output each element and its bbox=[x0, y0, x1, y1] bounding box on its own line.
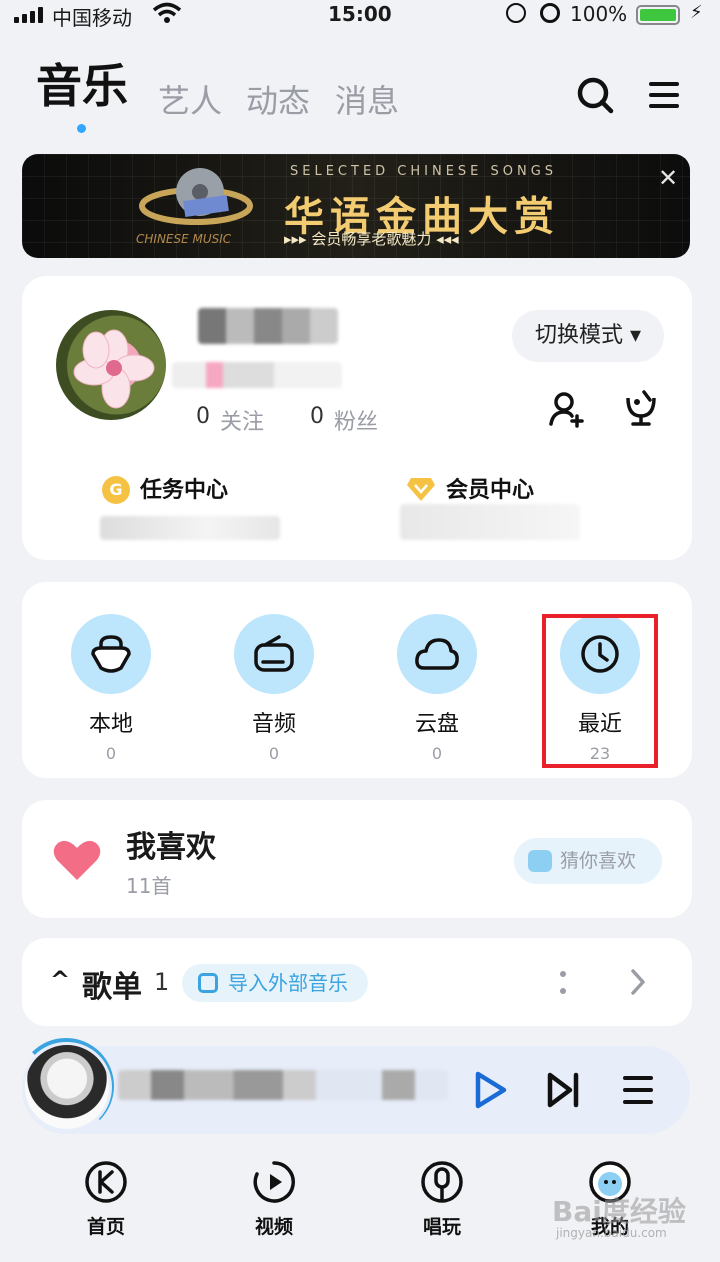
vip-center-link[interactable]: 会员中心 bbox=[446, 472, 534, 504]
more-options-icon[interactable] bbox=[556, 968, 570, 998]
tab-artists[interactable]: 艺人 bbox=[158, 76, 222, 122]
bottom-nav-label: 唱玩 bbox=[422, 1216, 461, 1238]
diamond-icon bbox=[407, 478, 435, 501]
import-music-label: 导入外部音乐 bbox=[228, 971, 348, 995]
alarm-icon bbox=[540, 3, 560, 23]
playlist-count: 1 bbox=[154, 968, 170, 996]
cloud-icon bbox=[415, 638, 459, 670]
import-icon bbox=[198, 973, 218, 993]
avatar[interactable] bbox=[56, 310, 166, 420]
banner-subtitle: ▸▸▸ 会员畅享老歌魅力 ◂◂◂ bbox=[284, 230, 459, 248]
banner-english: SELECTED CHINESE SONGS bbox=[290, 164, 558, 179]
watermark: Bai度经验 bbox=[552, 1195, 686, 1228]
quick-access-count: 0 bbox=[105, 744, 117, 763]
promo-banner[interactable]: CHINESE MUSIC SELECTED CHINESE SONGS 华语金… bbox=[22, 154, 690, 258]
banner-close-icon[interactable]: ✕ bbox=[658, 164, 678, 192]
user-level-redacted bbox=[172, 362, 342, 388]
mini-player[interactable] bbox=[18, 1038, 690, 1134]
menu-icon[interactable] bbox=[648, 80, 680, 110]
following-label[interactable]: 关注 bbox=[220, 404, 264, 436]
flower-icon bbox=[73, 329, 155, 409]
tab-messages[interactable]: 消息 bbox=[335, 76, 399, 122]
battery-icon bbox=[636, 5, 680, 25]
add-friend-icon[interactable] bbox=[548, 390, 586, 428]
play-icon[interactable] bbox=[472, 1070, 508, 1110]
playlist-card: ^ 歌单 1 导入外部音乐 bbox=[22, 938, 692, 1026]
switch-mode-button[interactable]: 切换模式 ▾ bbox=[512, 310, 664, 362]
import-music-button[interactable]: 导入外部音乐 bbox=[182, 964, 368, 1002]
quick-access-card: 本地 0 音频 0 云盘 0 最近 23 bbox=[22, 582, 692, 778]
bottom-nav-video[interactable]: 视频 bbox=[224, 1160, 324, 1239]
playlist-title[interactable]: 歌单 bbox=[82, 962, 142, 1006]
vip-info-redacted bbox=[400, 504, 580, 540]
rotation-lock-icon bbox=[506, 3, 526, 23]
fans-count: 0 bbox=[310, 404, 324, 429]
song-title-redacted bbox=[118, 1070, 448, 1100]
tab-music[interactable]: 音乐 bbox=[36, 50, 128, 116]
username-redacted bbox=[198, 308, 338, 344]
quick-access-count: 0 bbox=[268, 744, 280, 763]
quick-access-audio[interactable]: 音频 0 bbox=[214, 614, 334, 763]
status-bar: 中国移动 15:00 100% ⚡ bbox=[0, 0, 720, 30]
quick-access-cloud[interactable]: 云盘 0 bbox=[377, 614, 497, 763]
quick-access-label: 云盘 bbox=[414, 712, 459, 737]
heart-icon bbox=[53, 840, 101, 880]
status-time: 15:00 bbox=[328, 2, 392, 26]
collapse-arrow-icon[interactable]: ^ bbox=[50, 966, 70, 994]
bottom-nav-sing[interactable]: 唱玩 bbox=[392, 1160, 492, 1239]
tab-feed[interactable]: 动态 bbox=[246, 76, 310, 122]
guess-you-like-label: 猜你喜欢 bbox=[560, 850, 637, 872]
watermark-url: jingyan.baidu.com bbox=[556, 1226, 667, 1240]
quick-access-count: 0 bbox=[431, 744, 443, 763]
recommend-icon bbox=[528, 850, 552, 872]
search-icon[interactable] bbox=[576, 76, 614, 114]
wifi-icon bbox=[152, 2, 182, 23]
home-k-icon bbox=[85, 1161, 127, 1203]
now-playing-cover[interactable] bbox=[22, 1042, 112, 1132]
quick-access-local[interactable]: 本地 0 bbox=[51, 614, 171, 763]
task-info-redacted bbox=[100, 516, 280, 540]
task-center-link[interactable]: 任务中心 bbox=[140, 472, 228, 504]
fans-label[interactable]: 粉丝 bbox=[334, 404, 378, 436]
bottom-nav-home[interactable]: 首页 bbox=[56, 1160, 156, 1239]
favorites-title: 我喜欢 bbox=[126, 830, 216, 865]
carrier-name: 中国移动 bbox=[52, 6, 132, 30]
mic-icon bbox=[421, 1161, 463, 1203]
next-track-icon[interactable] bbox=[546, 1070, 580, 1110]
battery-percent: 100% bbox=[570, 2, 628, 26]
chevron-right-icon[interactable] bbox=[630, 968, 646, 996]
local-icon bbox=[91, 635, 131, 673]
quick-access-label: 本地 bbox=[88, 712, 133, 737]
audio-icon bbox=[254, 635, 294, 672]
guess-you-like-button[interactable]: 猜你喜欢 bbox=[514, 838, 662, 884]
bottom-nav-label: 首页 bbox=[86, 1216, 125, 1238]
wardrobe-icon[interactable] bbox=[622, 388, 660, 428]
coin-icon: G bbox=[102, 476, 130, 504]
favorites-card[interactable]: 我喜欢 11首 猜你喜欢 bbox=[22, 800, 692, 918]
annotation-highlight-box bbox=[542, 614, 658, 768]
following-count: 0 bbox=[196, 404, 210, 429]
bottom-nav-label: 视频 bbox=[254, 1216, 293, 1238]
active-tab-indicator bbox=[77, 124, 86, 133]
signal-icon bbox=[14, 7, 46, 23]
banner-badge-text: CHINESE MUSIC bbox=[136, 232, 232, 246]
charging-icon: ⚡ bbox=[690, 2, 703, 23]
profile-card: 切换模式 ▾ 0 关注 0 粉丝 G 任务中心 会员中心 bbox=[22, 276, 692, 560]
favorites-count: 11首 bbox=[126, 874, 172, 898]
quick-access-label: 音频 bbox=[251, 712, 296, 737]
playlist-queue-icon[interactable] bbox=[622, 1072, 654, 1108]
video-play-icon bbox=[253, 1161, 295, 1203]
